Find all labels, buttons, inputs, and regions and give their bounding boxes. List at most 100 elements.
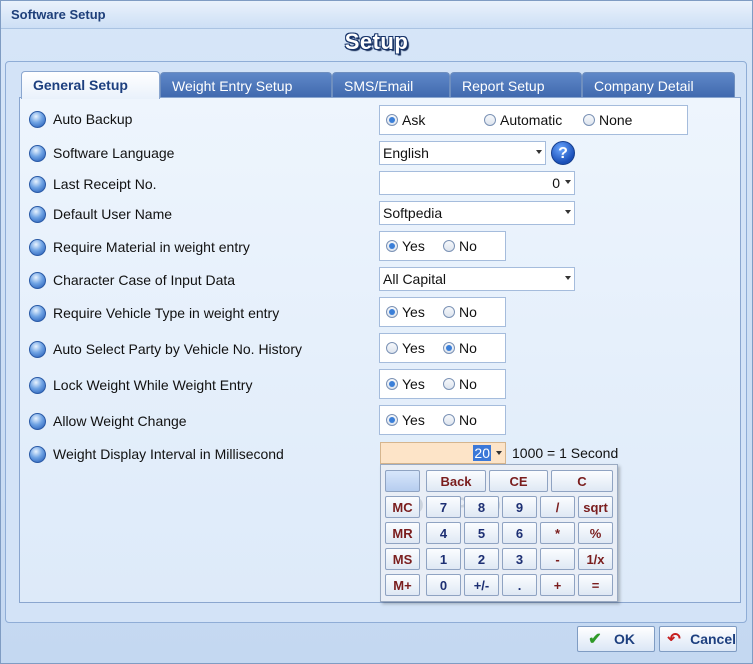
require-material-yes-radio[interactable]: Yes [386, 238, 425, 254]
require-vehicle-options: Yes No [379, 297, 506, 327]
chevron-down-icon [536, 150, 542, 154]
auto-backup-options: Ask Automatic None [379, 105, 688, 135]
calc-minus-key[interactable]: - [540, 548, 575, 570]
allow-change-options: Yes No [379, 405, 506, 435]
calc-reciprocal-key[interactable]: 1/x [578, 548, 613, 570]
auto-backup-label: Auto Backup [53, 111, 133, 127]
calc-ms-key[interactable]: MS [385, 548, 420, 570]
allow-change-label: Allow Weight Change [53, 413, 187, 429]
radio-dot-icon [386, 378, 398, 390]
default-user-select[interactable]: Softpedia [379, 201, 575, 225]
require-vehicle-label: Require Vehicle Type in weight entry [53, 305, 280, 321]
auto-select-party-no-radio[interactable]: No [443, 340, 477, 356]
require-vehicle-no-radio[interactable]: No [443, 304, 477, 320]
last-receipt-row: Last Receipt No. [29, 174, 157, 194]
bullet-icon [29, 271, 46, 289]
cancel-button[interactable]: ↶ Cancel [659, 626, 737, 652]
calc-2-key[interactable]: 2 [464, 548, 499, 570]
tab-general-setup[interactable]: General Setup [21, 71, 160, 99]
calc-percent-key[interactable]: % [578, 522, 613, 544]
char-case-select[interactable]: All Capital [379, 267, 575, 291]
calc-9-key[interactable]: 9 [502, 496, 537, 518]
auto-backup-row: Auto Backup [29, 109, 132, 129]
calc-back-key[interactable]: Back [426, 470, 486, 492]
setup-window: Software Setup Setup General Setup Weigh… [0, 0, 753, 664]
auto-backup-automatic-radio[interactable]: Automatic [484, 112, 562, 128]
auto-backup-ask-radio[interactable]: Ask [386, 112, 425, 128]
calc-negate-key[interactable]: +/- [464, 574, 499, 596]
bullet-icon [29, 238, 46, 256]
calc-decimal-key[interactable]: . [502, 574, 537, 596]
window-title: Software Setup [11, 7, 106, 22]
calc-1-key[interactable]: 1 [426, 548, 461, 570]
require-material-no-radio[interactable]: No [443, 238, 477, 254]
radio-dot-icon [386, 414, 398, 426]
radio-dot-icon [443, 378, 455, 390]
require-material-options: Yes No [379, 231, 506, 261]
require-vehicle-yes-radio[interactable]: Yes [386, 304, 425, 320]
calc-mr-key[interactable]: MR [385, 522, 420, 544]
bullet-icon [29, 340, 46, 358]
tab-company-detail[interactable]: Company Detail [582, 72, 735, 98]
calc-equals-key[interactable]: = [578, 574, 613, 596]
bullet-icon [29, 144, 46, 162]
chevron-down-icon [565, 276, 571, 280]
lock-weight-options: Yes No [379, 369, 506, 399]
bullet-icon [29, 304, 46, 322]
bullet-icon [29, 110, 46, 128]
calc-7-key[interactable]: 7 [426, 496, 461, 518]
calc-ce-key[interactable]: CE [489, 470, 548, 492]
ok-button[interactable]: ✔ OK [577, 626, 655, 652]
help-icon[interactable]: ? [551, 141, 575, 165]
radio-dot-icon [484, 114, 496, 126]
radio-dot-icon [443, 342, 455, 354]
bullet-icon [29, 445, 46, 463]
lock-weight-row: Lock Weight While Weight Entry [29, 375, 252, 395]
check-icon: ✔ [588, 631, 602, 648]
auto-select-party-yes-radio[interactable]: Yes [386, 340, 425, 356]
tab-sms-email[interactable]: SMS/Email [332, 72, 450, 98]
char-case-row: Character Case of Input Data [29, 270, 235, 290]
calc-5-key[interactable]: 5 [464, 522, 499, 544]
calc-mplus-key[interactable]: M+ [385, 574, 420, 596]
calc-blank-key[interactable] [385, 470, 420, 492]
calc-multiply-key[interactable]: * [540, 522, 575, 544]
tab-report-setup[interactable]: Report Setup [450, 72, 582, 98]
display-interval-note: 1000 = 1 Second [512, 445, 619, 461]
radio-dot-icon [386, 114, 398, 126]
radio-dot-icon [386, 342, 398, 354]
require-vehicle-row: Require Vehicle Type in weight entry [29, 303, 279, 323]
calc-0-key[interactable]: 0 [426, 574, 461, 596]
calc-plus-key[interactable]: + [540, 574, 575, 596]
page-heading: Setup [344, 29, 409, 54]
allow-change-no-radio[interactable]: No [443, 412, 477, 428]
chevron-down-icon [496, 451, 502, 455]
default-user-row: Default User Name [29, 204, 172, 224]
tab-weight-entry-setup[interactable]: Weight Entry Setup [160, 72, 332, 98]
software-language-select[interactable]: English [379, 141, 546, 165]
calc-mc-key[interactable]: MC [385, 496, 420, 518]
software-language-label: Software Language [53, 145, 175, 161]
require-material-label: Require Material in weight entry [53, 239, 250, 255]
calc-8-key[interactable]: 8 [464, 496, 499, 518]
auto-select-party-options: Yes No [379, 333, 506, 363]
auto-select-party-row: Auto Select Party by Vehicle No. History [29, 339, 302, 359]
radio-dot-icon [583, 114, 595, 126]
calc-divide-key[interactable]: / [540, 496, 575, 518]
allow-change-yes-radio[interactable]: Yes [386, 412, 425, 428]
bullet-icon [29, 376, 46, 394]
last-receipt-input[interactable]: 0 [379, 171, 575, 195]
display-interval-label: Weight Display Interval in Millisecond [53, 446, 284, 462]
calc-sqrt-key[interactable]: sqrt [578, 496, 613, 518]
radio-dot-icon [443, 306, 455, 318]
calc-c-key[interactable]: C [551, 470, 613, 492]
calc-4-key[interactable]: 4 [426, 522, 461, 544]
allow-change-row: Allow Weight Change [29, 411, 187, 431]
display-interval-input[interactable]: 20 [380, 442, 506, 464]
lock-weight-no-radio[interactable]: No [443, 376, 477, 392]
lock-weight-yes-radio[interactable]: Yes [386, 376, 425, 392]
calc-6-key[interactable]: 6 [502, 522, 537, 544]
radio-dot-icon [443, 414, 455, 426]
auto-backup-none-radio[interactable]: None [583, 112, 632, 128]
calc-3-key[interactable]: 3 [502, 548, 537, 570]
